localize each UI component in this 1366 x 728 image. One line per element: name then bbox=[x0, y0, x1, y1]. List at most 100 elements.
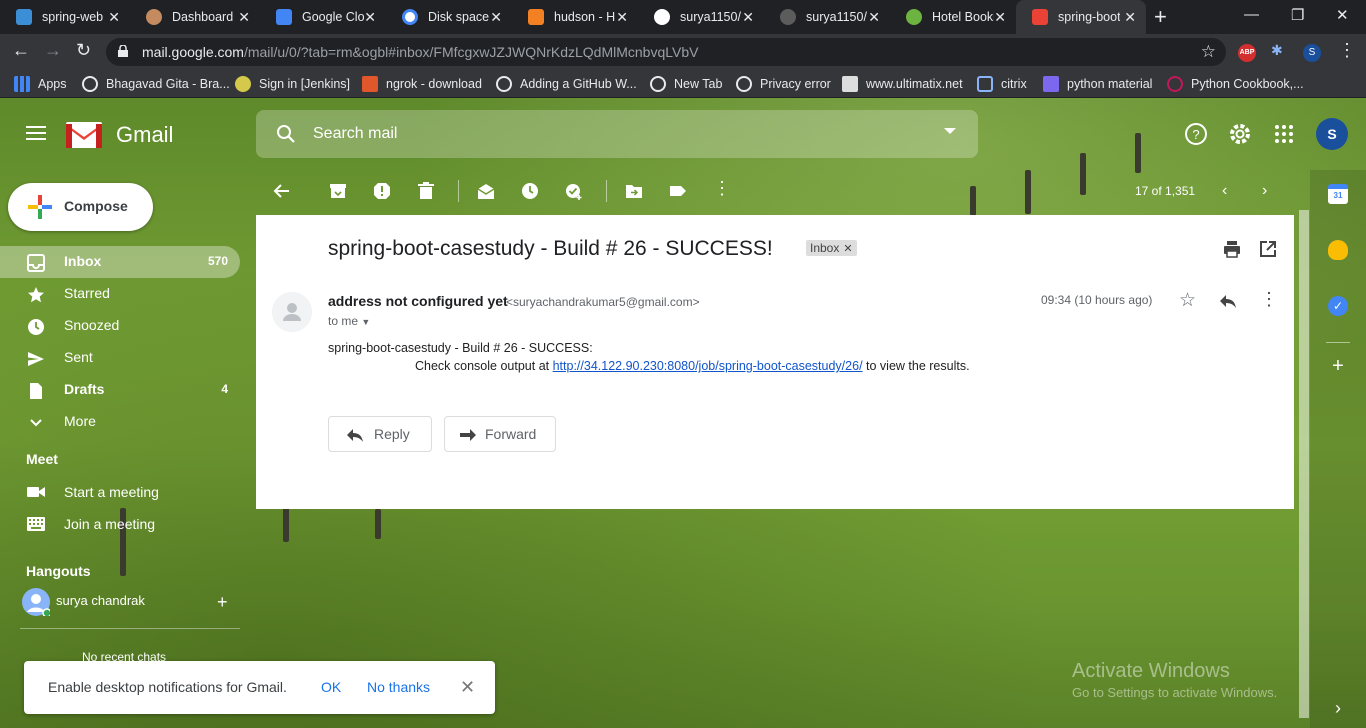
close-tab-icon[interactable]: ✕ bbox=[1124, 9, 1136, 26]
more-options-icon[interactable]: ⋮ bbox=[1260, 289, 1280, 309]
forward-button[interactable]: → bbox=[44, 40, 62, 61]
sidebar-item-sent[interactable]: Sent bbox=[0, 342, 240, 374]
sidebar-item-more[interactable]: More bbox=[0, 406, 240, 438]
compose-button[interactable]: Compose bbox=[8, 183, 153, 231]
move-to-icon[interactable] bbox=[625, 182, 643, 200]
bookmark-apps[interactable]: Apps bbox=[14, 70, 67, 98]
newer-chevron-left-icon[interactable]: ‹ bbox=[1222, 182, 1227, 200]
theme-fence-post bbox=[283, 508, 289, 542]
close-window-button[interactable]: ✕ bbox=[1336, 6, 1349, 24]
sidebar-item-snoozed[interactable]: Snoozed bbox=[0, 310, 240, 342]
open-new-window-icon[interactable] bbox=[1258, 239, 1278, 259]
bookmark-item[interactable]: Bhagavad Gita - Bra... bbox=[82, 70, 230, 98]
bookmark-item[interactable]: www.ultimatix.net bbox=[842, 70, 963, 98]
join-meeting-item[interactable]: Join a meeting bbox=[0, 508, 240, 540]
close-tab-icon[interactable]: ✕ bbox=[364, 9, 376, 26]
search-options-dropdown-icon[interactable] bbox=[944, 128, 956, 134]
sidebar-item-drafts[interactable]: Drafts 4 bbox=[0, 374, 240, 406]
reply-label: Reply bbox=[374, 426, 410, 442]
minimize-window-button[interactable]: — bbox=[1244, 6, 1259, 23]
start-meeting-item[interactable]: Start a meeting bbox=[0, 476, 240, 508]
extensions-puzzle-icon[interactable]: ✱ bbox=[1271, 42, 1289, 60]
browser-tab[interactable]: surya1150/ ✕ bbox=[764, 0, 890, 34]
chrome-menu-icon[interactable]: ⋮ bbox=[1338, 40, 1356, 61]
print-icon[interactable] bbox=[1222, 239, 1242, 259]
gmail-app: Gmail Search mail ? S Compose Inbox 570 … bbox=[0, 98, 1366, 728]
profile-avatar[interactable]: S bbox=[1303, 44, 1321, 62]
close-notification-icon[interactable]: ✕ bbox=[460, 677, 475, 698]
message-scrollbar[interactable] bbox=[1299, 210, 1309, 718]
notification-no-thanks-button[interactable]: No thanks bbox=[367, 679, 430, 695]
inbox-label-chip[interactable]: Inbox ✕ bbox=[806, 240, 857, 256]
browser-tab[interactable]: spring-web ✕ bbox=[0, 0, 130, 34]
address-bar[interactable]: mail.google.com/mail/u/0/?tab=rm&ogbl#in… bbox=[106, 38, 1226, 66]
back-to-inbox-icon[interactable] bbox=[273, 182, 291, 200]
bookmark-item[interactable]: Adding a GitHub W... bbox=[496, 70, 637, 98]
back-button[interactable]: ← bbox=[12, 40, 30, 61]
remove-label-icon[interactable]: ✕ bbox=[843, 243, 852, 255]
close-tab-icon[interactable]: ✕ bbox=[994, 9, 1006, 26]
help-icon[interactable]: ? bbox=[1184, 122, 1208, 146]
browser-tab[interactable]: Disk space ✕ bbox=[386, 0, 512, 34]
jenkins-console-link[interactable]: http://34.122.90.230:8080/job/spring-boo… bbox=[553, 359, 863, 373]
close-tab-icon[interactable]: ✕ bbox=[490, 9, 502, 26]
browser-tab[interactable]: Google Clo ✕ bbox=[260, 0, 386, 34]
keep-icon[interactable] bbox=[1328, 240, 1348, 260]
delete-icon[interactable] bbox=[417, 182, 435, 200]
browser-tab-active[interactable]: spring-boot ✕ bbox=[1016, 0, 1146, 34]
browser-tab[interactable]: hudson - H ✕ bbox=[512, 0, 638, 34]
bookmark-item[interactable]: Privacy error bbox=[736, 70, 831, 98]
search-input[interactable]: Search mail bbox=[313, 125, 397, 143]
more-actions-icon[interactable]: ⋮ bbox=[713, 178, 731, 198]
forward-button[interactable]: Forward bbox=[444, 416, 556, 452]
bookmark-item[interactable]: python material bbox=[1043, 70, 1152, 98]
reply-icon[interactable] bbox=[1218, 291, 1238, 311]
browser-tab[interactable]: surya1150/ ✕ bbox=[638, 0, 764, 34]
browser-tab[interactable]: Dashboard ✕ bbox=[130, 0, 260, 34]
maximize-window-button[interactable]: ❐ bbox=[1291, 6, 1304, 24]
adblock-extension-icon[interactable]: ABP bbox=[1238, 44, 1256, 62]
bookmark-item[interactable]: New Tab bbox=[650, 70, 722, 98]
label-chip-text: Inbox bbox=[810, 241, 840, 255]
bookmark-item[interactable]: Sign in [Jenkins] bbox=[235, 70, 350, 98]
recipient-details[interactable]: to me ▼ bbox=[328, 314, 370, 328]
reload-button[interactable]: ↻ bbox=[76, 40, 91, 61]
get-addons-plus-icon[interactable]: + bbox=[1328, 356, 1348, 376]
tasks-icon[interactable]: ✓ bbox=[1328, 296, 1348, 316]
report-spam-icon[interactable] bbox=[373, 182, 391, 200]
url-host: mail.google.com bbox=[142, 44, 244, 60]
show-side-panel-chevron-icon[interactable]: › bbox=[1328, 698, 1348, 718]
recipient-dropdown-icon[interactable]: ▼ bbox=[361, 317, 370, 327]
bookmark-star-icon[interactable]: ☆ bbox=[1201, 38, 1216, 66]
sidebar-item-inbox[interactable]: Inbox 570 bbox=[0, 246, 240, 278]
search-mail-bar[interactable]: Search mail bbox=[256, 110, 978, 158]
google-apps-icon[interactable] bbox=[1272, 122, 1296, 146]
add-to-tasks-icon[interactable] bbox=[565, 182, 583, 200]
close-tab-icon[interactable]: ✕ bbox=[616, 9, 628, 26]
main-menu-icon[interactable] bbox=[26, 126, 46, 144]
close-tab-icon[interactable]: ✕ bbox=[742, 9, 754, 26]
settings-gear-icon[interactable] bbox=[1228, 122, 1252, 146]
close-tab-icon[interactable]: ✕ bbox=[868, 9, 880, 26]
close-tab-icon[interactable]: ✕ bbox=[108, 9, 120, 26]
bookmark-item[interactable]: citrix bbox=[977, 70, 1027, 98]
close-tab-icon[interactable]: ✕ bbox=[238, 9, 250, 26]
reply-button[interactable]: Reply bbox=[328, 416, 432, 452]
notification-ok-button[interactable]: OK bbox=[321, 679, 341, 695]
bookmark-item[interactable]: ngrok - download bbox=[362, 70, 482, 98]
new-tab-button[interactable]: + bbox=[1154, 4, 1167, 30]
new-conversation-plus-icon[interactable]: + bbox=[217, 592, 228, 613]
account-avatar[interactable]: S bbox=[1316, 118, 1348, 150]
bookmark-item[interactable]: Python Cookbook,... bbox=[1167, 70, 1304, 98]
mark-unread-icon[interactable] bbox=[477, 182, 495, 200]
browser-tab[interactable]: Hotel Booki ✕ bbox=[890, 0, 1016, 34]
sidebar-item-label: More bbox=[64, 413, 96, 429]
snooze-clock-icon[interactable] bbox=[521, 182, 539, 200]
toolbar-divider bbox=[606, 180, 607, 202]
star-message-icon[interactable]: ☆ bbox=[1179, 289, 1199, 311]
sidebar-item-starred[interactable]: Starred bbox=[0, 278, 240, 310]
older-chevron-right-icon[interactable]: › bbox=[1262, 182, 1267, 200]
label-tag-icon[interactable] bbox=[669, 182, 687, 200]
archive-icon[interactable] bbox=[329, 182, 347, 200]
calendar-icon[interactable]: 31 bbox=[1328, 184, 1348, 204]
